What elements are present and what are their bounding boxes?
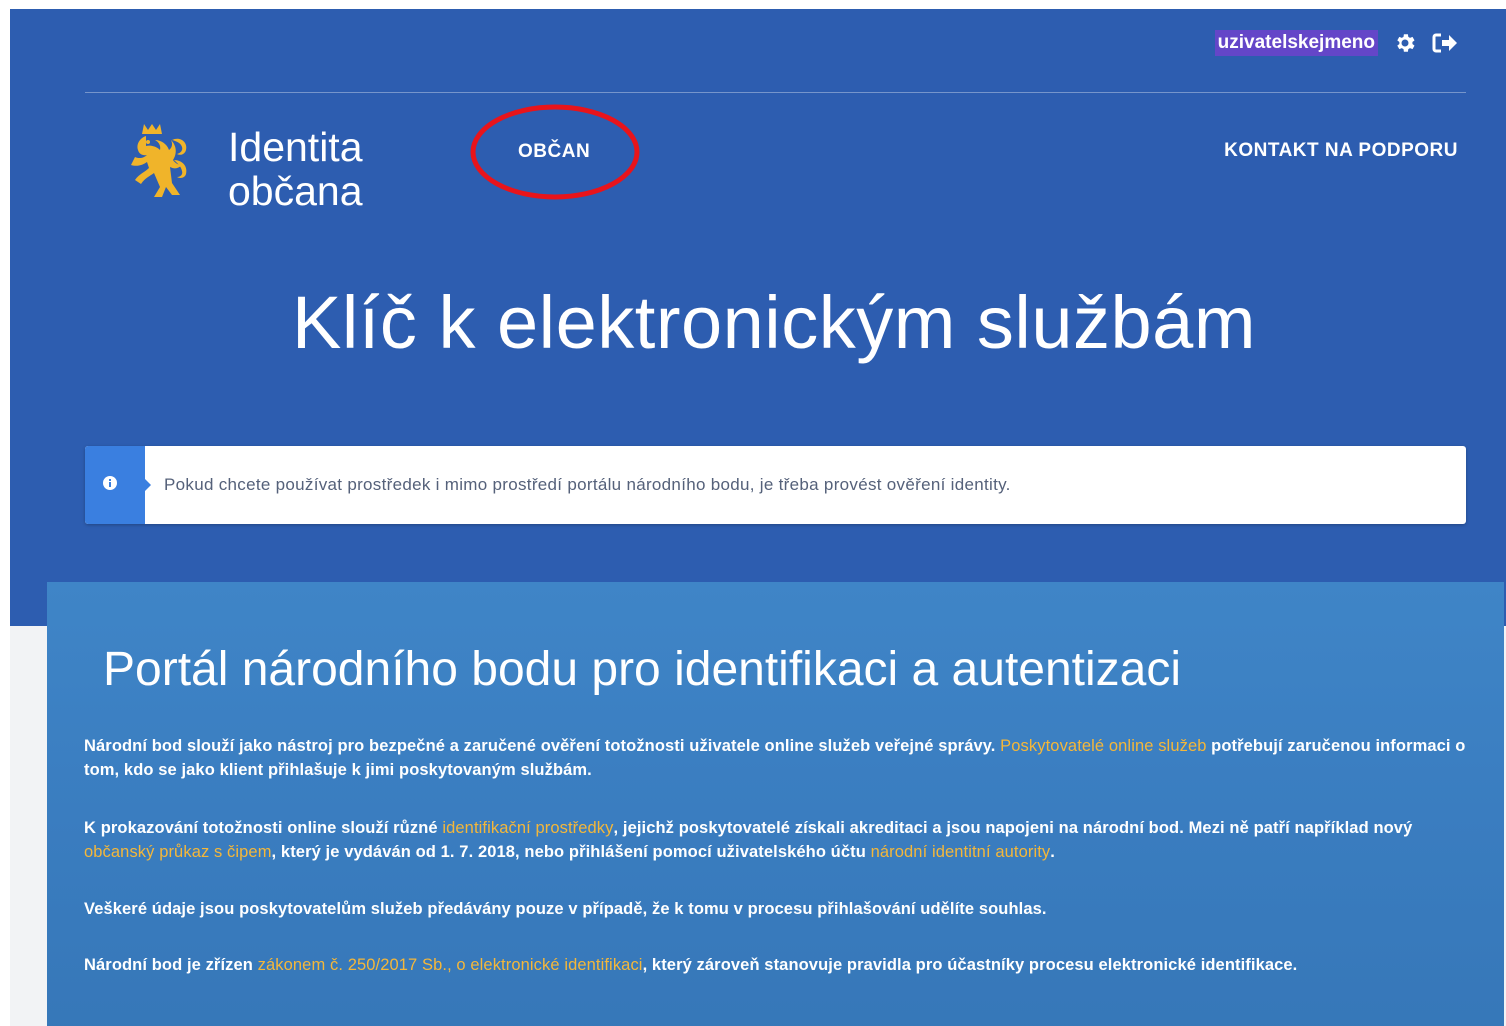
brand-logo-link[interactable]: Identita občana [122,120,363,217]
paragraph-text: , který je vydáván od 1. 7. 2018, nebo p… [271,843,871,861]
brand-name: Identita občana [228,125,363,213]
link-identifikacni-prostredky[interactable]: identifikační prostředky [442,819,613,837]
page: uzivatelskejmeno Identita občana OBČAN K… [0,0,1506,1026]
link-narodni-identitni-autority[interactable]: národní identitní autority [871,843,1051,861]
paragraph-text: Národní bod slouží jako nástroj pro bezp… [84,737,1001,755]
portal-paragraph-4: Národní bod je zřízen zákonem č. 250/201… [84,953,1474,977]
paragraph-text: , který zároveň stanovuje pravidla pro ú… [642,956,1298,974]
logout-icon[interactable] [1432,30,1458,56]
paragraph-text: Veškeré údaje jsou poskytovatelům služeb… [84,900,1047,918]
portal-card: Portál národního bodu pro identifikaci a… [47,582,1504,1026]
paragraph-text: , jejichž poskytovatelé získali akredita… [613,819,1413,837]
header-divider [85,92,1466,93]
portal-paragraph-3: Veškeré údaje jsou poskytovatelům služeb… [84,897,1474,921]
username-link[interactable]: uzivatelskejmeno [1214,30,1378,56]
info-alert-notch [140,474,151,496]
portal-paragraph-2: K prokazování totožnosti online slouží r… [84,816,1474,864]
paragraph-text: Národní bod je zřízen [84,956,258,974]
portal-paragraph-1: Národní bod slouží jako nástroj pro bezp… [84,734,1474,782]
info-alert: Pokud chcete používat prostředek i mimo … [85,446,1466,524]
portal-title: Portál národního bodu pro identifikaci a… [103,643,1182,696]
nav-item-obcan[interactable]: OBČAN [518,141,590,163]
czech-lion-emblem-icon [122,120,198,217]
brand-line-2: občana [228,167,363,214]
paragraph-text: . [1050,843,1055,861]
link-zakon-250-2017[interactable]: zákonem č. 250/2017 Sb., o elektronické … [258,956,643,974]
hero-title: Klíč k elektronickým službám [292,281,1256,364]
nav-item-kontakt-na-podporu[interactable]: KONTAKT NA PODPORU [1224,140,1458,162]
info-icon [101,474,119,492]
info-alert-text: Pokud chcete používat prostředek i mimo … [164,475,1011,494]
gear-icon[interactable] [1392,30,1418,56]
link-obcansky-prukaz-s-cipem[interactable]: občanský průkaz s čipem [84,843,272,861]
paragraph-text: K prokazování totožnosti online slouží r… [84,819,443,837]
user-bar: uzivatelskejmeno [1214,30,1458,56]
link-poskytovatele-online-sluzeb[interactable]: Poskytovatelé online služeb [1000,737,1206,755]
brand-line-1: Identita [228,123,363,170]
